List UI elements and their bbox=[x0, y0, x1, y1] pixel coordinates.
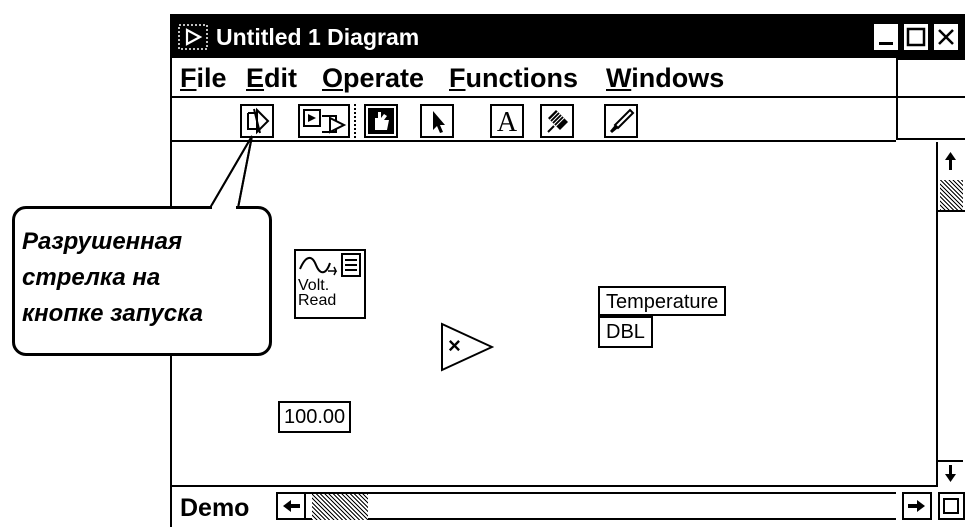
toolbar-separator bbox=[354, 104, 356, 138]
run-button[interactable] bbox=[240, 104, 274, 138]
vertical-scroll-thumb[interactable] bbox=[940, 180, 963, 210]
labview-window-icon bbox=[178, 24, 208, 50]
text-tool-button[interactable]: A bbox=[490, 104, 524, 138]
callout-line2: стрелка на bbox=[22, 264, 161, 291]
vi-icon-pane[interactable] bbox=[896, 58, 965, 140]
toolbar bbox=[172, 100, 896, 142]
temperature-terminal[interactable]: DBL bbox=[598, 316, 653, 348]
operate-tool-button[interactable] bbox=[364, 104, 398, 138]
wiring-tool-button[interactable] bbox=[540, 104, 574, 138]
run-continuously-button[interactable] bbox=[298, 104, 350, 138]
multiply-node[interactable]: × bbox=[440, 322, 495, 372]
diagram-canvas[interactable] bbox=[172, 142, 936, 487]
menu-functions[interactable]: Functions bbox=[449, 60, 578, 96]
multiply-symbol: × bbox=[448, 333, 461, 358]
menu-windows[interactable]: Windows bbox=[606, 60, 724, 96]
window-title: Untitled 1 Diagram bbox=[216, 24, 420, 50]
svg-text:A: A bbox=[497, 107, 518, 136]
volt-read-label: Volt. Read bbox=[298, 277, 362, 309]
position-tool-button[interactable] bbox=[420, 104, 454, 138]
temperature-label[interactable]: Temperature bbox=[598, 286, 727, 316]
menu-operate[interactable]: Operate bbox=[322, 60, 424, 96]
maximize-button[interactable] bbox=[902, 22, 930, 52]
horizontal-scrollbar[interactable] bbox=[306, 492, 896, 520]
volt-read-label-line1: Volt. bbox=[298, 277, 330, 294]
volt-read-label-line2: Read bbox=[298, 292, 337, 309]
callout-line3: кнопке запуска bbox=[22, 300, 203, 327]
numeric-constant[interactable]: 100.00 bbox=[278, 401, 352, 433]
resize-box-icon[interactable] bbox=[938, 492, 965, 520]
vertical-scroll-divider bbox=[936, 210, 965, 212]
close-button[interactable] bbox=[932, 22, 960, 52]
color-tool-button[interactable] bbox=[604, 104, 638, 138]
scroll-down-arrow-icon[interactable] bbox=[938, 460, 963, 486]
scroll-up-arrow-icon[interactable] bbox=[938, 148, 963, 176]
horizontal-scroll-thumb[interactable] bbox=[312, 494, 368, 520]
menu-file[interactable]: File bbox=[180, 60, 227, 96]
menu-edit[interactable]: Edit bbox=[246, 60, 297, 96]
callout-text: Разрушенная стрелка на кнопке запуска bbox=[22, 224, 272, 332]
scroll-right-arrow-icon[interactable] bbox=[902, 492, 932, 520]
minimize-button[interactable] bbox=[872, 22, 900, 52]
callout-line1: Разрушенная bbox=[22, 228, 183, 255]
scroll-left-arrow-icon[interactable] bbox=[276, 492, 306, 520]
palette-label: Demo bbox=[180, 494, 250, 522]
